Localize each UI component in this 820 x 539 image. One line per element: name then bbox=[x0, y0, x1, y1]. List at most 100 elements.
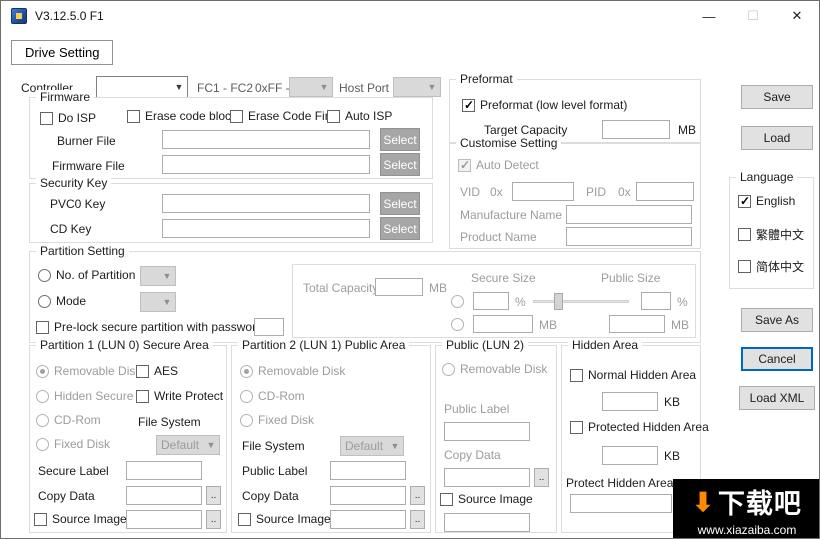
mode-select[interactable]: ▼ bbox=[140, 292, 176, 312]
chevron-down-icon: ▼ bbox=[319, 82, 329, 92]
pub-public-label-input[interactable] bbox=[444, 422, 530, 441]
save-button[interactable]: Save bbox=[741, 85, 813, 109]
public-mb-input[interactable] bbox=[609, 315, 665, 333]
p1-copy-data-browse-button[interactable]: .. bbox=[206, 486, 221, 505]
prelock-checkbox[interactable]: Pre-lock secure partition with password … bbox=[36, 320, 269, 334]
maximize-button[interactable]: ☐ bbox=[731, 1, 775, 31]
erase-code-first-checkbox[interactable]: Erase Code First bbox=[230, 109, 338, 123]
pvc0-key-select-button[interactable]: Select bbox=[380, 192, 420, 215]
p1-source-image-input[interactable] bbox=[126, 510, 202, 529]
protect-hidden-input[interactable] bbox=[570, 494, 672, 513]
p2-cdrom-radio[interactable]: CD-Rom bbox=[240, 389, 305, 403]
p1-cdrom-radio[interactable]: CD-Rom bbox=[36, 413, 101, 427]
chevron-down-icon: ▼ bbox=[427, 82, 437, 92]
secure-mb-input[interactable] bbox=[473, 315, 533, 333]
p1-source-image-browse-button[interactable]: .. bbox=[206, 510, 221, 529]
normal-hidden-checkbox[interactable]: Normal Hidden Area bbox=[570, 368, 696, 382]
p2-source-image-input[interactable] bbox=[330, 510, 406, 529]
p2-public-label-input[interactable] bbox=[330, 461, 406, 480]
checkbox-checked-icon bbox=[738, 194, 751, 208]
p2-source-image-browse-button[interactable]: .. bbox=[410, 510, 425, 529]
firmware-file-input[interactable] bbox=[162, 155, 370, 174]
p1-write-protect-checkbox[interactable]: Write Protect bbox=[136, 389, 223, 403]
product-name-label: Product Name bbox=[460, 230, 537, 244]
checkbox-icon bbox=[327, 109, 340, 123]
tab-drive-setting[interactable]: Drive Setting bbox=[11, 40, 114, 65]
p2-copy-data-label: Copy Data bbox=[242, 489, 299, 503]
vid-label: VID bbox=[460, 185, 481, 199]
mode-radio[interactable]: Mode bbox=[38, 294, 86, 308]
p2-fixed-disk-radio[interactable]: Fixed Disk bbox=[240, 413, 314, 427]
burner-file-select-button[interactable]: Select bbox=[380, 128, 420, 151]
language-english-checkbox[interactable]: English bbox=[738, 194, 795, 208]
do-isp-checkbox[interactable]: Do ISP bbox=[40, 111, 96, 125]
pvc0-key-input[interactable] bbox=[162, 194, 370, 213]
pub-copy-data-input[interactable] bbox=[444, 468, 530, 487]
controller-select[interactable]: ▼ bbox=[96, 76, 188, 98]
p1-copy-data-input[interactable] bbox=[126, 486, 202, 505]
p1-hidden-secure-radio[interactable]: Hidden Secure bbox=[36, 389, 133, 403]
vid-input[interactable] bbox=[512, 182, 574, 201]
normal-hidden-size-input[interactable] bbox=[602, 392, 658, 411]
p2-source-image-checkbox[interactable]: Source Image bbox=[238, 512, 331, 526]
p2-copy-data-browse-button[interactable]: .. bbox=[410, 486, 425, 505]
chevron-down-icon: ▼ bbox=[206, 440, 216, 450]
p2-copy-data-input[interactable] bbox=[330, 486, 406, 505]
public-percent-input[interactable] bbox=[641, 292, 671, 310]
firmware-file-select-button[interactable]: Select bbox=[380, 153, 420, 176]
host-port-select[interactable]: ▼ bbox=[393, 77, 441, 97]
public-percent-unit: % bbox=[677, 295, 688, 309]
load-button[interactable]: Load bbox=[741, 126, 813, 150]
hex-select[interactable]: ▼ bbox=[289, 77, 333, 97]
target-capacity-input[interactable] bbox=[602, 120, 670, 139]
close-button[interactable]: ✕ bbox=[775, 1, 819, 31]
size-mb-radio[interactable] bbox=[451, 318, 464, 331]
p1-removable-disk-radio[interactable]: Removable Disk bbox=[36, 364, 141, 378]
size-percent-radio[interactable] bbox=[451, 295, 464, 308]
cd-key-input[interactable] bbox=[162, 219, 370, 238]
preformat-checkbox[interactable]: Preformat (low level format) bbox=[462, 98, 627, 112]
manufacture-name-input[interactable] bbox=[566, 205, 692, 224]
no-of-partition-radio[interactable]: No. of Partition bbox=[38, 268, 135, 282]
save-as-button[interactable]: Save As bbox=[741, 308, 813, 332]
p1-fixed-disk-radio[interactable]: Fixed Disk bbox=[36, 437, 110, 451]
prelock-password-input[interactable] bbox=[254, 318, 284, 336]
p1-copy-data-label: Copy Data bbox=[38, 489, 95, 503]
pub-source-image-input[interactable] bbox=[444, 513, 530, 532]
radio-icon bbox=[36, 413, 49, 427]
cancel-button[interactable]: Cancel bbox=[741, 347, 813, 371]
load-xml-button[interactable]: Load XML bbox=[739, 386, 815, 410]
no-of-partition-select[interactable]: ▼ bbox=[140, 266, 176, 286]
no-of-partition-label: No. of Partition bbox=[56, 268, 136, 282]
pid-input[interactable] bbox=[636, 182, 694, 201]
p1-secure-label-input[interactable] bbox=[126, 461, 202, 480]
auto-detect-checkbox[interactable]: Auto Detect bbox=[458, 158, 539, 172]
cd-key-select-button[interactable]: Select bbox=[380, 217, 420, 240]
slider-thumb[interactable] bbox=[554, 293, 564, 310]
public-lun2-group-title: Public (LUN 2) bbox=[442, 338, 529, 352]
language-simplified-checkbox[interactable]: 简体中文 bbox=[738, 258, 804, 275]
checkbox-icon bbox=[136, 364, 149, 378]
p1-file-system-select[interactable]: Default ▼ bbox=[156, 435, 220, 455]
secure-size-slider[interactable] bbox=[533, 292, 629, 310]
p2-removable-disk-radio[interactable]: Removable Disk bbox=[240, 364, 345, 378]
p1-aes-checkbox[interactable]: AES bbox=[136, 364, 178, 378]
pub-copy-data-browse-button[interactable]: .. bbox=[534, 468, 549, 487]
erase-code-block-checkbox[interactable]: Erase code block bbox=[127, 109, 237, 123]
p1-source-image-checkbox[interactable]: Source Image bbox=[34, 512, 127, 526]
secure-percent-input[interactable] bbox=[473, 292, 509, 310]
product-name-input[interactable] bbox=[566, 227, 692, 246]
pub-source-image-checkbox[interactable]: Source Image bbox=[440, 492, 533, 506]
pub-removable-disk-radio[interactable]: Removable Disk bbox=[442, 362, 547, 376]
checkbox-icon bbox=[570, 368, 583, 382]
burner-file-input[interactable] bbox=[162, 130, 370, 149]
auto-isp-checkbox[interactable]: Auto ISP bbox=[327, 109, 392, 123]
protected-hidden-size-input[interactable] bbox=[602, 446, 658, 465]
language-simplified-label: 简体中文 bbox=[756, 260, 805, 274]
p2-file-system-select[interactable]: Default ▼ bbox=[340, 436, 404, 456]
total-capacity-input[interactable] bbox=[375, 278, 423, 296]
minimize-button[interactable]: — bbox=[687, 1, 731, 31]
normal-hidden-unit: KB bbox=[664, 395, 681, 409]
protected-hidden-checkbox[interactable]: Protected Hidden Area bbox=[570, 420, 709, 434]
language-traditional-checkbox[interactable]: 繁體中文 bbox=[738, 226, 804, 243]
